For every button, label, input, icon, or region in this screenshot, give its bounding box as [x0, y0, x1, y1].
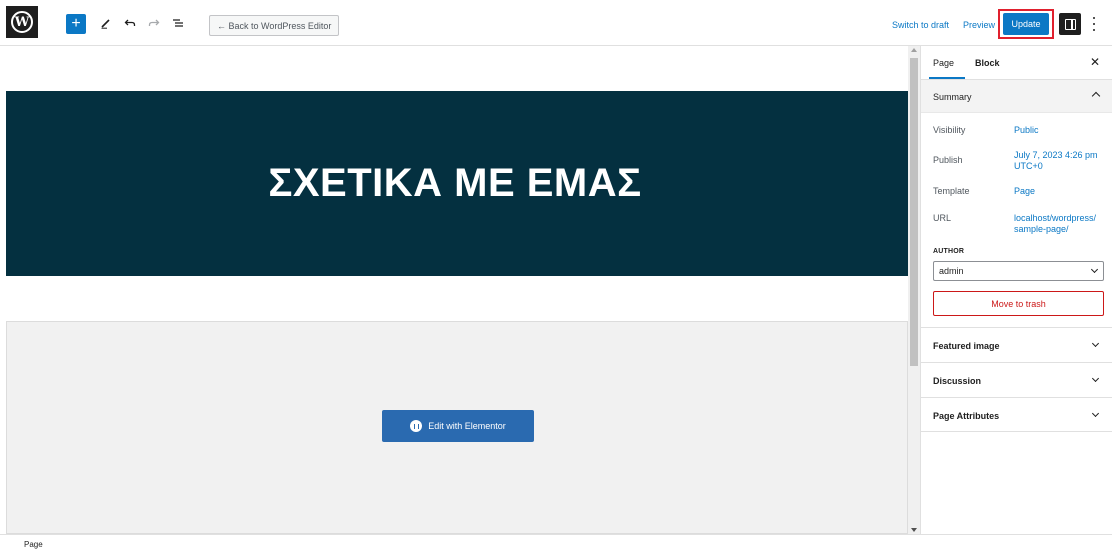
- url-value[interactable]: localhost/wordpress/ sample-page/: [1014, 213, 1109, 235]
- breadcrumb[interactable]: Page: [24, 540, 43, 549]
- featured-image-panel[interactable]: Featured image: [921, 327, 1112, 362]
- sidebar-toggle-icon: [1064, 18, 1076, 30]
- more-options-icon: [1093, 17, 1095, 19]
- scrollbar-thumb[interactable]: [910, 58, 918, 366]
- back-button-label: ← Back to WordPress Editor: [217, 20, 332, 31]
- editor-toolbar: W + ← Back to WordPress Editor Switch to…: [0, 0, 1112, 46]
- plus-icon: +: [71, 15, 81, 32]
- pencil-icon: [101, 19, 110, 29]
- url-label: URL: [933, 213, 952, 223]
- scroll-down-arrow-icon[interactable]: [911, 528, 917, 532]
- edit-with-elementor-button[interactable]: Edit with Elementor: [382, 410, 534, 442]
- more-options-button[interactable]: [1089, 15, 1099, 33]
- undo-icon: [124, 19, 136, 26]
- discussion-panel[interactable]: Discussion: [921, 362, 1112, 397]
- visibility-label: Visibility: [933, 125, 966, 135]
- settings-sidebar: Page Block ✕ Summary Visibility Public P…: [920, 46, 1112, 534]
- add-block-button[interactable]: +: [66, 14, 86, 34]
- page-attributes-label: Page Attributes: [933, 411, 1000, 421]
- tab-block[interactable]: Block: [975, 58, 1000, 68]
- chevron-down-icon: [1090, 265, 1099, 274]
- edit-with-elementor-label: Edit with Elementor: [428, 421, 506, 431]
- summary-panel-header[interactable]: Summary: [921, 80, 1112, 113]
- sidebar-tabs: Page Block ✕: [921, 46, 1112, 80]
- page-attributes-panel[interactable]: Page Attributes: [921, 397, 1112, 432]
- editor-footer: Page: [0, 534, 1112, 551]
- undo-button[interactable]: [120, 13, 140, 33]
- editor-canvas: ΣΧΕΤΙΚΑ ΜΕ ΕΜΑΣ Edit with Elementor: [0, 46, 908, 534]
- switch-to-draft-button[interactable]: Switch to draft: [892, 20, 949, 30]
- chevron-down-icon: [1091, 374, 1100, 383]
- settings-toggle-button[interactable]: [1059, 13, 1081, 35]
- redo-icon: [148, 19, 160, 26]
- scroll-up-arrow-icon[interactable]: [911, 48, 917, 52]
- move-to-trash-label: Move to trash: [991, 298, 1046, 309]
- author-select-value: admin: [939, 266, 964, 276]
- back-to-wordpress-editor-button[interactable]: ← Back to WordPress Editor: [209, 15, 340, 36]
- elementor-icon: [410, 420, 423, 432]
- list-view-button[interactable]: [168, 13, 188, 33]
- author-select[interactable]: admin: [933, 261, 1104, 281]
- update-button[interactable]: Update: [1003, 13, 1049, 35]
- hero-title: ΣΧΕΤΙΚΑ ΜΕ ΕΜΑΣ: [268, 161, 642, 205]
- template-label: Template: [933, 186, 970, 196]
- close-icon[interactable]: ✕: [1090, 55, 1100, 69]
- canvas-scrollbar[interactable]: [908, 46, 920, 534]
- update-button-label: Update: [1011, 19, 1041, 29]
- publish-value[interactable]: July 7, 2023 4:26 pm UTC+0: [1014, 150, 1109, 172]
- tab-page[interactable]: Page: [933, 58, 954, 68]
- summary-title: Summary: [933, 92, 972, 102]
- wordpress-logo-icon[interactable]: W: [6, 6, 38, 38]
- preview-button[interactable]: Preview: [963, 20, 995, 30]
- discussion-label: Discussion: [933, 376, 982, 386]
- redo-button[interactable]: [144, 13, 164, 33]
- chevron-down-icon: [1091, 339, 1100, 348]
- visibility-value[interactable]: Public: [1014, 125, 1109, 136]
- chevron-up-icon: [1091, 91, 1101, 101]
- elementor-placeholder: Edit with Elementor: [6, 321, 908, 534]
- template-value[interactable]: Page: [1014, 186, 1109, 197]
- author-label: AUTHOR: [933, 248, 965, 255]
- move-to-trash-button[interactable]: Move to trash: [933, 291, 1104, 316]
- featured-image-label: Featured image: [933, 341, 1000, 351]
- list-view-icon: [173, 19, 183, 27]
- chevron-down-icon: [1091, 409, 1100, 418]
- active-tab-indicator: [929, 77, 965, 79]
- publish-label: Publish: [933, 155, 963, 165]
- hero-block[interactable]: ΣΧΕΤΙΚΑ ΜΕ ΕΜΑΣ: [6, 91, 908, 276]
- tools-button[interactable]: [96, 13, 116, 33]
